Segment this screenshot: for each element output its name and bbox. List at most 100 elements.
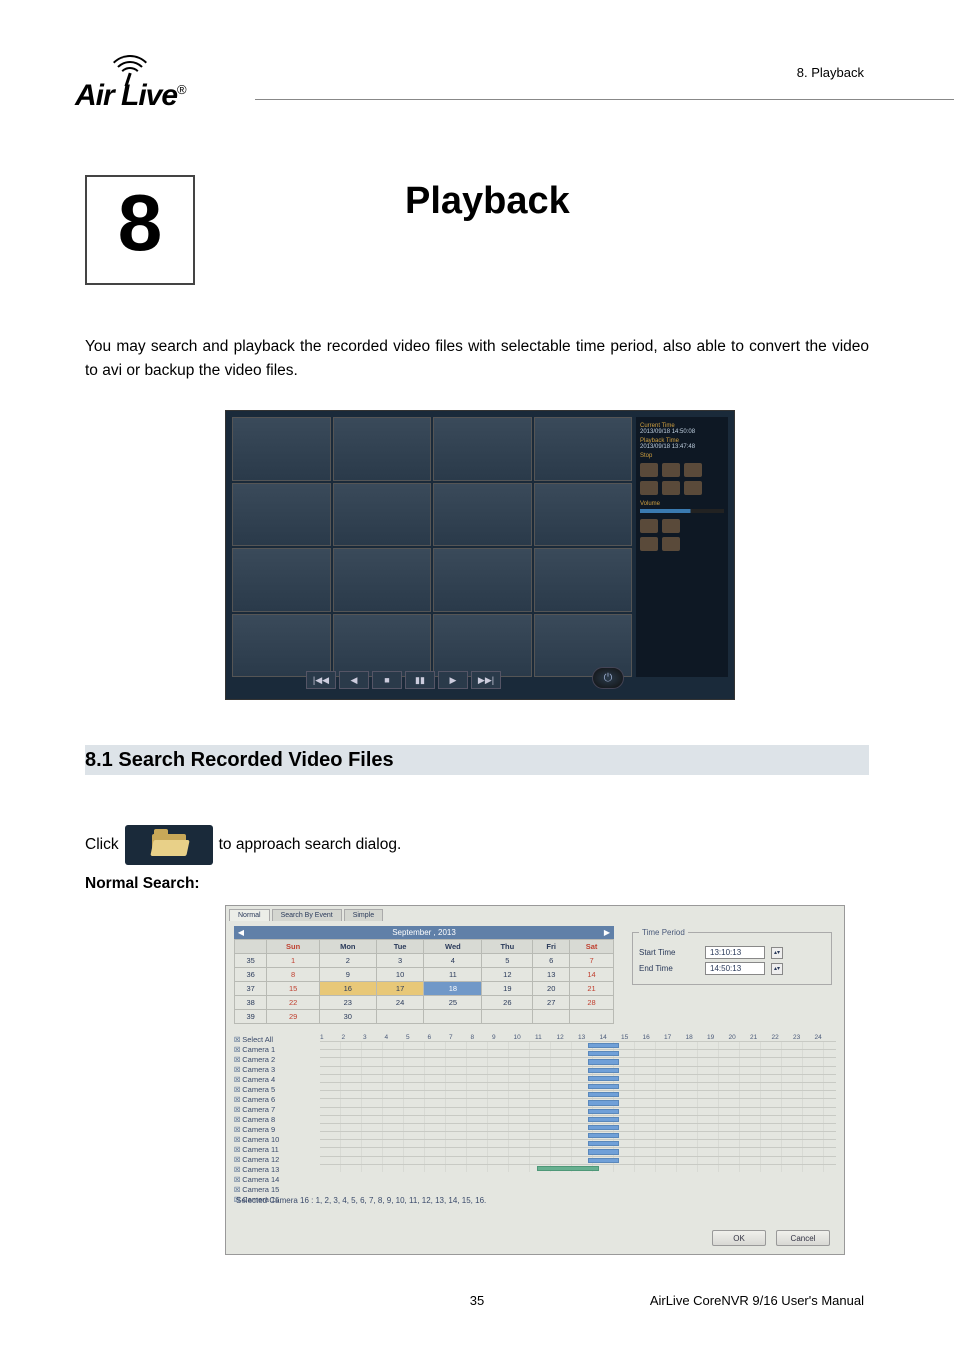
calendar-day[interactable]: 5 <box>482 954 533 968</box>
skip-forward-button[interactable]: ▶▶| <box>471 671 501 689</box>
camera-checkbox[interactable]: Camera 12 <box>234 1154 316 1164</box>
volume-slider[interactable] <box>640 509 724 513</box>
calendar-day[interactable]: 14 <box>570 968 614 982</box>
camera-checkbox[interactable]: Camera 10 <box>234 1134 316 1144</box>
calendar-day[interactable]: 15 <box>267 982 320 996</box>
spinner-icon[interactable]: ▴▾ <box>771 963 783 975</box>
calendar-day[interactable]: 12 <box>482 968 533 982</box>
calendar-day[interactable]: 29 <box>267 1010 320 1024</box>
calendar-day[interactable]: 2 <box>319 954 376 968</box>
select-all-checkbox[interactable]: Select All <box>234 1034 316 1044</box>
camera-checkbox[interactable]: Camera 2 <box>234 1054 316 1064</box>
calendar-day[interactable]: 26 <box>482 996 533 1010</box>
calendar-day[interactable]: 30 <box>319 1010 376 1024</box>
camera-checkbox[interactable]: Camera 5 <box>234 1084 316 1094</box>
calendar-day[interactable]: 1 <box>267 954 320 968</box>
camera-checkbox[interactable]: Camera 14 <box>234 1174 316 1184</box>
camera-checkbox[interactable]: Camera 7 <box>234 1104 316 1114</box>
calendar-day[interactable]: 24 <box>376 996 424 1010</box>
calendar-day[interactable]: 4 <box>424 954 482 968</box>
calendar-prev-icon[interactable]: ◀ <box>236 928 246 937</box>
calendar-day[interactable]: 8 <box>267 968 320 982</box>
calendar-day[interactable]: 23 <box>319 996 376 1010</box>
timeline-row[interactable] <box>320 1164 836 1172</box>
calendar-day[interactable]: 6 <box>533 954 570 968</box>
cancel-button[interactable]: Cancel <box>776 1230 830 1246</box>
calendar-next-icon[interactable]: ▶ <box>602 928 612 937</box>
camera-checkbox[interactable]: Camera 9 <box>234 1124 316 1134</box>
calendar-day[interactable]: 17 <box>376 982 424 996</box>
timeline-row[interactable] <box>320 1049 836 1057</box>
skip-back-button[interactable]: |◀◀ <box>306 671 336 689</box>
panel-icon[interactable] <box>662 537 680 551</box>
timeline-row[interactable] <box>320 1057 836 1065</box>
rewind-button[interactable]: ◀ <box>339 671 369 689</box>
search-folder-button[interactable] <box>125 825 213 865</box>
pause-button[interactable]: ▮▮ <box>405 671 435 689</box>
timeline-row[interactable] <box>320 1066 836 1074</box>
timeline-row[interactable] <box>320 1156 836 1164</box>
stop-button[interactable]: ■ <box>372 671 402 689</box>
calendar-day[interactable] <box>533 1010 570 1024</box>
panel-icon[interactable] <box>662 481 680 495</box>
timeline-row[interactable] <box>320 1131 836 1139</box>
panel-icon[interactable] <box>684 481 702 495</box>
camera-checkbox[interactable]: Camera 11 <box>234 1144 316 1154</box>
panel-icon[interactable] <box>662 463 680 477</box>
calendar-day[interactable]: 11 <box>424 968 482 982</box>
power-button[interactable]: ⏻ <box>592 667 624 689</box>
chapter-number-box: 8 <box>85 175 195 285</box>
calendar-week: 35 <box>235 954 267 968</box>
panel-icon[interactable] <box>640 519 658 533</box>
calendar-day[interactable]: 10 <box>376 968 424 982</box>
calendar-day[interactable]: 28 <box>570 996 614 1010</box>
panel-icon[interactable] <box>640 463 658 477</box>
camera-checkbox[interactable]: Camera 3 <box>234 1064 316 1074</box>
calendar-day[interactable]: 27 <box>533 996 570 1010</box>
timeline-row[interactable] <box>320 1074 836 1082</box>
camera-checkbox[interactable]: Camera 8 <box>234 1114 316 1124</box>
tab-normal[interactable]: Normal <box>229 909 270 921</box>
camera-checkbox[interactable]: Camera 13 <box>234 1164 316 1174</box>
timeline-row[interactable] <box>320 1115 836 1123</box>
calendar-day[interactable]: 22 <box>267 996 320 1010</box>
timeline-row[interactable] <box>320 1123 836 1131</box>
timeline-row[interactable] <box>320 1139 836 1147</box>
timeline-row[interactable] <box>320 1082 836 1090</box>
calendar-day[interactable] <box>424 1010 482 1024</box>
calendar-day[interactable]: 9 <box>319 968 376 982</box>
timeline-row[interactable] <box>320 1147 836 1155</box>
spinner-icon[interactable]: ▴▾ <box>771 947 783 959</box>
tab-search-by-event[interactable]: Search By Event <box>272 909 342 921</box>
calendar-day[interactable]: 25 <box>424 996 482 1010</box>
calendar-day[interactable]: 7 <box>570 954 614 968</box>
end-time-input[interactable]: 14:50:13 <box>705 962 765 975</box>
camera-checkbox[interactable]: Camera 6 <box>234 1094 316 1104</box>
panel-icon-row-3 <box>640 519 724 533</box>
timeline-row[interactable] <box>320 1098 836 1106</box>
calendar-day[interactable] <box>376 1010 424 1024</box>
camera-checkbox[interactable]: Camera 1 <box>234 1044 316 1054</box>
calendar-day[interactable]: 19 <box>482 982 533 996</box>
calendar-day[interactable]: 20 <box>533 982 570 996</box>
calendar-day[interactable]: 13 <box>533 968 570 982</box>
calendar-day[interactable]: 21 <box>570 982 614 996</box>
timeline-row[interactable] <box>320 1090 836 1098</box>
panel-icon[interactable] <box>662 519 680 533</box>
timeline-row[interactable] <box>320 1041 836 1049</box>
calendar-day[interactable]: 16 <box>319 982 376 996</box>
calendar-day[interactable] <box>570 1010 614 1024</box>
calendar-day[interactable] <box>482 1010 533 1024</box>
camera-checkbox[interactable]: Camera 4 <box>234 1074 316 1084</box>
play-button[interactable]: ▶ <box>438 671 468 689</box>
start-time-input[interactable]: 13:10:13 <box>705 946 765 959</box>
ok-button[interactable]: OK <box>712 1230 766 1246</box>
panel-icon[interactable] <box>684 463 702 477</box>
timeline-row[interactable] <box>320 1107 836 1115</box>
calendar-day-selected[interactable]: 18 <box>424 982 482 996</box>
panel-icon[interactable] <box>640 481 658 495</box>
panel-icon[interactable] <box>640 537 658 551</box>
camera-checkbox[interactable]: Camera 15 <box>234 1184 316 1194</box>
tab-simple[interactable]: Simple <box>344 909 383 921</box>
calendar-day[interactable]: 3 <box>376 954 424 968</box>
